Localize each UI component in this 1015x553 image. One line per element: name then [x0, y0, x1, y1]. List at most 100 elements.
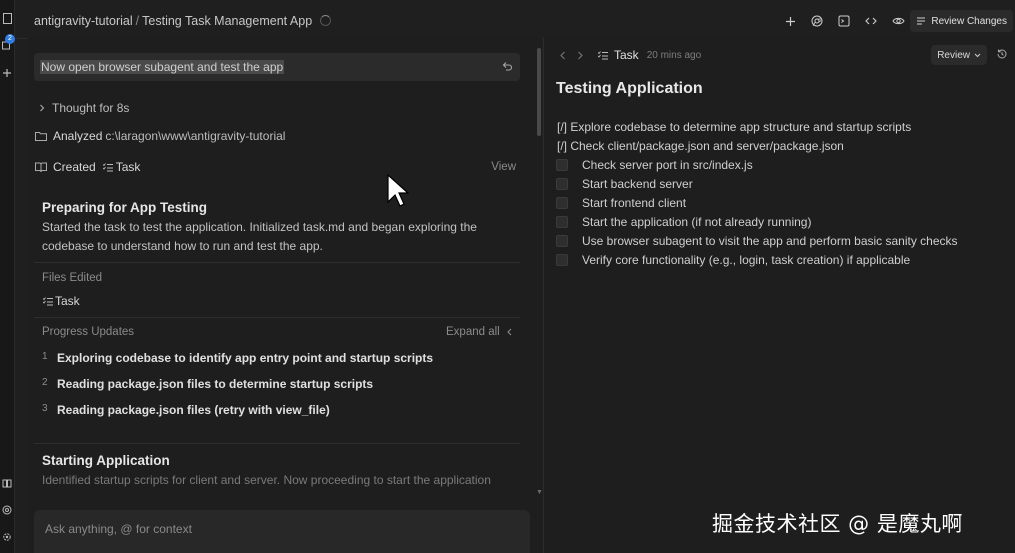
checklist-item: Verify core functionality (e.g., login, …: [556, 253, 910, 267]
checklist-item-in-progress: [/] Check client/package.json and server…: [557, 139, 844, 153]
chevron-right-icon: [38, 104, 46, 112]
scroll-down-arrow-icon[interactable]: ▼: [536, 489, 543, 496]
checklist-item-label: Start backend server: [582, 177, 693, 191]
review-label: Review: [937, 49, 970, 61]
agent-chat-panel: Now open browser subagent and test the a…: [28, 38, 543, 553]
activity-bar: 2: [0, 0, 15, 553]
checklist-item-label: Verify core functionality (e.g., login, …: [582, 253, 911, 267]
task-artifact-panel: Task 20 mins ago Review Testing Applicat…: [544, 38, 1015, 553]
files-edited-item[interactable]: Task: [43, 294, 80, 308]
thought-label: Thought for 8s: [52, 101, 130, 115]
created-label: Created: [53, 160, 96, 174]
card-title-preparing: Preparing for App Testing: [42, 200, 208, 215]
progress-number: 2: [42, 377, 48, 388]
conversation-title: Testing Task Management App: [142, 14, 313, 28]
book-open-icon: [35, 162, 47, 172]
checklist-item: Start backend server: [556, 177, 693, 191]
loading-spinner-icon: [320, 15, 332, 26]
breadcrumb-separator: /: [135, 14, 140, 28]
files-edited-task: Task: [55, 294, 80, 308]
eye-preview-icon[interactable]: [891, 14, 905, 28]
top-bar: antigravity-tutorial / Testing Task Manage…: [15, 6, 1015, 39]
document-title: Testing Application: [556, 80, 703, 97]
forward-chevron-icon[interactable]: [576, 51, 584, 60]
checklist-item-label: Check server port in src/index.js: [582, 158, 753, 172]
analyzed-path[interactable]: c:\laragon\www\antigravity-tutorial: [105, 129, 285, 143]
progress-updates-label: Progress Updates: [42, 326, 135, 338]
review-changes-button[interactable]: Review Changes: [910, 10, 1013, 32]
undo-arrow-icon[interactable]: [501, 60, 513, 72]
notification-badge: 2: [5, 34, 15, 44]
task-timestamp: 20 mins ago: [646, 49, 702, 61]
plus-icon[interactable]: [0, 66, 14, 80]
files-edited-label: Files Edited: [42, 272, 103, 284]
review-dropdown-button[interactable]: Review: [931, 45, 987, 65]
workspace-name[interactable]: antigravity-tutorial: [34, 14, 133, 28]
divider: [34, 262, 520, 263]
chat-input[interactable]: [45, 522, 505, 536]
progress-text: Reading package.json files to determine …: [57, 377, 374, 391]
checkbox[interactable]: [556, 235, 568, 247]
user-prompt-text: Now open browser subagent and test the a…: [40, 60, 285, 74]
task-header: Task 20 mins ago: [559, 48, 701, 62]
chrome-browser-icon[interactable]: [810, 14, 824, 28]
analyzed-row: Analyzed c:\laragon\www\antigravity-tuto…: [35, 129, 285, 143]
checkbox[interactable]: [556, 254, 568, 266]
card-title-starting: Starting Application: [42, 453, 170, 468]
checkbox[interactable]: [556, 159, 568, 171]
checkbox[interactable]: [556, 197, 568, 209]
divider: [34, 317, 520, 318]
checklist-item-label: Start the application (if not already ru…: [582, 215, 812, 229]
review-changes-label: Review Changes: [931, 15, 1007, 27]
created-row: Created Task: [35, 160, 140, 174]
new-conversation-plus-icon[interactable]: [783, 14, 797, 28]
mouse-cursor-icon: [387, 174, 409, 208]
book-icon[interactable]: [0, 476, 14, 490]
checklist-item: Use browser subagent to visit the app an…: [556, 234, 958, 248]
folder-icon: [35, 131, 47, 141]
back-chevron-icon[interactable]: [559, 51, 567, 60]
explorer-icon[interactable]: [0, 11, 14, 25]
chat-scrollbar[interactable]: [537, 48, 541, 136]
progress-item[interactable]: 3 Reading package.json files (retry with…: [42, 403, 330, 417]
progress-number: 3: [42, 403, 48, 414]
chevron-left-icon: [506, 328, 513, 336]
expand-all-label: Expand all: [446, 326, 500, 338]
checklist-item: Start the application (if not already ru…: [556, 215, 811, 229]
checklist-item-label: Start frontend client: [582, 196, 687, 210]
view-link[interactable]: View: [491, 161, 516, 173]
browser-icon[interactable]: [0, 503, 14, 517]
checkbox[interactable]: [556, 216, 568, 228]
code-icon[interactable]: [864, 14, 878, 28]
history-clock-icon[interactable]: [996, 48, 1008, 60]
checklist-item-label: Use browser subagent to visit the app an…: [582, 234, 958, 248]
thought-toggle[interactable]: Thought for 8s: [38, 101, 129, 115]
checklist-icon: [102, 162, 113, 172]
checklist-item: Start frontend client: [556, 196, 686, 210]
breadcrumb: antigravity-tutorial / Testing Task Manage…: [34, 14, 332, 28]
expand-all-button[interactable]: Expand all: [446, 326, 513, 338]
task-title: Task: [614, 48, 639, 62]
progress-number: 1: [42, 351, 48, 362]
analyzed-label: Analyzed: [53, 129, 103, 143]
chat-input-box[interactable]: [34, 510, 530, 553]
checklist-icon: [43, 296, 53, 306]
watermark: 掘金技术社区 @ 是魔丸啊: [712, 512, 963, 536]
chevron-down-icon: [974, 53, 981, 58]
settings-gear-icon[interactable]: [0, 530, 14, 544]
progress-item[interactable]: 2 Reading package.json files to determin…: [42, 377, 373, 391]
checklist-icon: [598, 50, 608, 60]
terminal-icon[interactable]: [837, 14, 851, 28]
card-text-preparing: Started the task to test the application…: [42, 220, 477, 253]
card-text-starting: Identified startup scripts for client an…: [42, 473, 491, 487]
progress-text: Reading package.json files (retry with v…: [57, 403, 330, 417]
list-lines-icon: [917, 17, 926, 25]
checklist-item: Check server port in src/index.js: [556, 158, 753, 172]
progress-item[interactable]: 1 Exploring codebase to identify app ent…: [42, 351, 433, 365]
divider: [34, 443, 520, 444]
checklist-item-in-progress: [/] Explore codebase to determine app st…: [557, 120, 912, 134]
progress-text: Exploring codebase to identify app entry…: [57, 351, 434, 365]
checkbox[interactable]: [556, 178, 568, 190]
created-item[interactable]: Task: [116, 160, 141, 174]
user-prompt-bubble[interactable]: Now open browser subagent and test the a…: [34, 53, 520, 81]
